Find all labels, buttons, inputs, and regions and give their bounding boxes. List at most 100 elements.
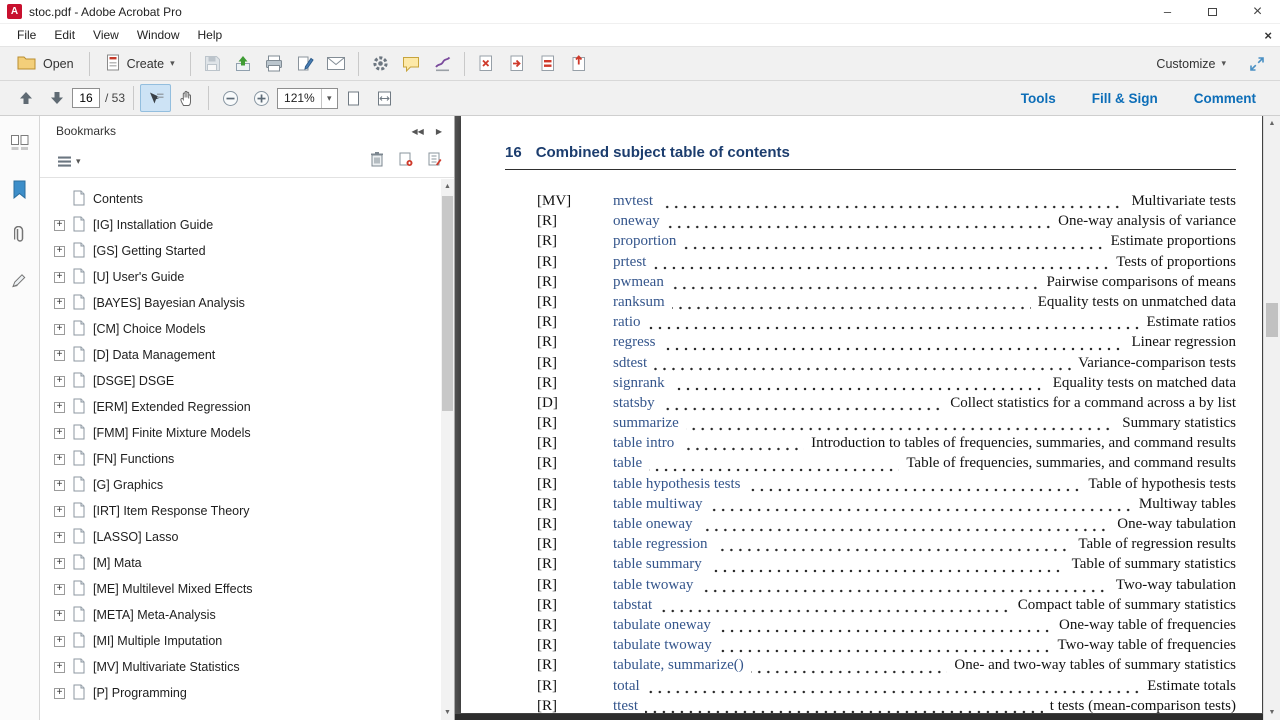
settings-gear-button[interactable] bbox=[365, 50, 396, 78]
bookmark-item[interactable]: + [IRT] Item Response Theory bbox=[40, 498, 454, 524]
expand-plus-icon[interactable]: + bbox=[54, 219, 65, 231]
page-number-input[interactable] bbox=[72, 88, 100, 108]
toc-entry-keyword[interactable]: table multiway bbox=[613, 496, 703, 513]
toc-entry-keyword[interactable]: tabulate oneway bbox=[613, 617, 711, 634]
toc-entry[interactable]: [R] table twoway Two-way tabulation bbox=[505, 577, 1236, 597]
expand-plus-icon[interactable]: + bbox=[54, 349, 65, 361]
toc-entry-keyword[interactable]: table regression bbox=[613, 536, 708, 553]
export-pdf-tool-button[interactable] bbox=[564, 50, 595, 78]
toc-entry-keyword[interactable]: ratio bbox=[613, 314, 641, 331]
create-button[interactable]: Create ▾ bbox=[96, 50, 184, 78]
toc-entry[interactable]: [R] table summary Table of summary stati… bbox=[505, 556, 1236, 576]
toc-entry-keyword[interactable]: table intro bbox=[613, 435, 674, 452]
expand-plus-icon[interactable]: + bbox=[54, 375, 65, 387]
toc-entry[interactable]: [R] ranksum Equality tests on unmatched … bbox=[505, 294, 1236, 314]
expand-plus-icon[interactable]: + bbox=[54, 323, 65, 335]
toc-entry-keyword[interactable]: pwmean bbox=[613, 274, 664, 291]
expand-plus-icon[interactable]: + bbox=[54, 557, 65, 569]
signature-pen-button[interactable] bbox=[427, 50, 458, 78]
toc-entry[interactable]: [R] proportion Estimate proportions bbox=[505, 233, 1236, 253]
bookmark-item[interactable]: + [G] Graphics bbox=[40, 472, 454, 498]
single-page-view-button[interactable] bbox=[338, 84, 369, 112]
toc-entry[interactable]: [R] tabstat Compact table of summary sta… bbox=[505, 597, 1236, 617]
signatures-pen-icon[interactable] bbox=[7, 268, 33, 294]
bookmark-item[interactable]: + [D] Data Management bbox=[40, 342, 454, 368]
menu-view[interactable]: View bbox=[84, 25, 128, 45]
comment-button[interactable]: Comment bbox=[1194, 91, 1256, 106]
expand-plus-icon[interactable]: + bbox=[54, 687, 65, 699]
scroll-up-icon[interactable]: ▲ bbox=[1269, 116, 1276, 131]
email-button[interactable] bbox=[321, 50, 352, 78]
page-thumbnails-icon[interactable] bbox=[7, 130, 33, 156]
expand-plus-icon[interactable]: + bbox=[54, 245, 65, 257]
fill-sign-button[interactable]: Fill & Sign bbox=[1092, 91, 1158, 106]
collapse-panel-icon[interactable]: ◀◀ bbox=[412, 127, 424, 136]
expand-plus-icon[interactable]: + bbox=[54, 583, 65, 595]
hand-tool-button[interactable] bbox=[171, 84, 202, 112]
toc-entry-keyword[interactable]: ttest bbox=[613, 698, 638, 713]
close-document-button[interactable]: × bbox=[1264, 28, 1272, 43]
bookmarks-panel-icon[interactable] bbox=[7, 176, 33, 202]
toc-entry-keyword[interactable]: total bbox=[613, 678, 640, 695]
toc-entry[interactable]: [R] ttest t tests (mean-comparison tests… bbox=[505, 698, 1236, 713]
toc-entry-keyword[interactable]: oneway bbox=[613, 213, 660, 230]
toc-entry-keyword[interactable]: signrank bbox=[613, 375, 665, 392]
expand-plus-icon[interactable]: + bbox=[54, 271, 65, 283]
toc-entry-keyword[interactable]: proportion bbox=[613, 233, 676, 250]
bookmarks-scrollbar[interactable]: ▲ ▼ bbox=[441, 179, 454, 720]
document-scrollbar[interactable]: ▲ ▼ bbox=[1263, 116, 1280, 720]
send-file-button[interactable] bbox=[228, 50, 259, 78]
toc-entry[interactable]: [R] signrank Equality tests on matched d… bbox=[505, 375, 1236, 395]
toc-entry[interactable]: [R] oneway One-way analysis of variance bbox=[505, 213, 1236, 233]
zoom-level-select[interactable]: 121% ▾ bbox=[277, 87, 338, 109]
toc-entry[interactable]: [R] table multiway Multiway tables bbox=[505, 496, 1236, 516]
toc-entry-keyword[interactable]: table twoway bbox=[613, 577, 693, 594]
expand-plus-icon[interactable]: + bbox=[54, 609, 65, 621]
expand-plus-icon[interactable]: + bbox=[54, 297, 65, 309]
toc-entry-keyword[interactable]: ranksum bbox=[613, 294, 665, 311]
scroll-up-icon[interactable]: ▲ bbox=[444, 179, 451, 194]
select-tool-button[interactable] bbox=[140, 84, 172, 112]
toc-entry[interactable]: [R] prtest Tests of proportions bbox=[505, 254, 1236, 274]
toc-entry-keyword[interactable]: sdtest bbox=[613, 355, 647, 372]
toc-entry-keyword[interactable]: table oneway bbox=[613, 516, 693, 533]
bookmark-item[interactable]: + [IG] Installation Guide bbox=[40, 212, 454, 238]
bookmark-item[interactable]: + [P] Programming bbox=[40, 680, 454, 706]
expand-plus-icon[interactable]: + bbox=[54, 427, 65, 439]
delete-bookmark-trash-icon[interactable] bbox=[370, 151, 384, 172]
toc-entry[interactable]: [R] tabulate twoway Two-way table of fre… bbox=[505, 637, 1236, 657]
delete-pages-tool-button[interactable] bbox=[471, 50, 502, 78]
toc-entry[interactable]: [R] pwmean Pairwise comparisons of means bbox=[505, 274, 1236, 294]
print-button[interactable] bbox=[259, 50, 290, 78]
maximize-button[interactable] bbox=[1190, 0, 1235, 23]
bookmark-options-button[interactable]: ▾ bbox=[52, 152, 86, 171]
toc-entry[interactable]: [R] tabulate oneway One-way table of fre… bbox=[505, 617, 1236, 637]
bookmark-item[interactable]: + [CM] Choice Models bbox=[40, 316, 454, 342]
tools-button[interactable]: Tools bbox=[1021, 91, 1056, 106]
toc-entry[interactable]: [R] sdtest Variance-comparison tests bbox=[505, 355, 1236, 375]
bookmark-item[interactable]: + [LASSO] Lasso bbox=[40, 524, 454, 550]
zoom-in-button[interactable] bbox=[246, 84, 277, 112]
toc-entry-keyword[interactable]: tabstat bbox=[613, 597, 652, 614]
sign-document-button[interactable] bbox=[290, 50, 321, 78]
menu-help[interactable]: Help bbox=[189, 25, 232, 45]
bookmark-item[interactable]: + [FMM] Finite Mixture Models bbox=[40, 420, 454, 446]
scroll-down-icon[interactable]: ▼ bbox=[444, 705, 451, 720]
expand-toolbar-button[interactable] bbox=[1241, 50, 1272, 78]
expand-plus-icon[interactable]: + bbox=[54, 505, 65, 517]
scrollbar-thumb[interactable] bbox=[1266, 303, 1278, 338]
minimize-button[interactable]: – bbox=[1145, 0, 1190, 23]
expand-plus-icon[interactable]: + bbox=[54, 661, 65, 673]
toc-entry[interactable]: [R] summarize Summary statistics bbox=[505, 415, 1236, 435]
bookmark-item[interactable]: Contents bbox=[40, 186, 454, 212]
toc-entry-keyword[interactable]: tabulate twoway bbox=[613, 637, 712, 654]
bookmark-highlight-icon[interactable] bbox=[427, 151, 442, 172]
toc-entry[interactable]: [R] regress Linear regression bbox=[505, 334, 1236, 354]
expand-plus-icon[interactable]: + bbox=[54, 531, 65, 543]
open-button[interactable]: Open bbox=[8, 51, 83, 77]
toc-entry[interactable]: [R] table Table of frequencies, summarie… bbox=[505, 455, 1236, 475]
extract-pages-tool-button[interactable] bbox=[502, 50, 533, 78]
toc-entry[interactable]: [R] table oneway One-way tabulation bbox=[505, 516, 1236, 536]
toc-entry[interactable]: [R] table regression Table of regression… bbox=[505, 536, 1236, 556]
toc-entry[interactable]: [R] tabulate, summarize() One- and two-w… bbox=[505, 657, 1236, 677]
